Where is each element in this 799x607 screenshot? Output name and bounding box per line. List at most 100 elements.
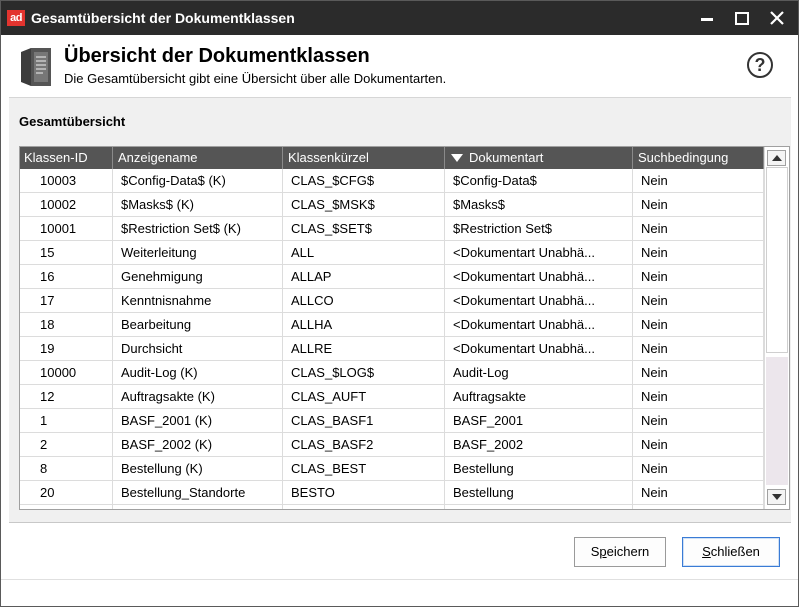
table-row[interactable]: 2 BASF_2002 (K) CLAS_BASF2 BASF_2002 Nein	[20, 433, 764, 457]
table-cell: Bestellung (K)	[113, 457, 283, 480]
table-cell: Nein	[633, 409, 764, 432]
maximize-icon	[735, 11, 749, 25]
document-classes-icon	[21, 48, 51, 86]
table-cell: BASF_2001 (K)	[113, 409, 283, 432]
table-row[interactable]: 19 Durchsicht ALLRE <Dokumentart Unabhä... N…	[20, 337, 764, 361]
table-cell: 10003	[20, 169, 113, 192]
section-title: Gesamtübersicht	[19, 114, 126, 129]
close-window-button[interactable]	[757, 1, 797, 35]
table-cell: Nein	[633, 265, 764, 288]
table-cell: Nein	[633, 385, 764, 408]
table-cell: CLAS_$MSK$	[283, 193, 445, 216]
table-row[interactable]: 20 Bestellung_Standorte BESTO Bestellung Nei…	[20, 481, 764, 505]
page-title: Übersicht der Dokumentklassen	[64, 45, 370, 67]
table-cell: Auftragsakte (K)	[113, 385, 283, 408]
scrollbar-thumb[interactable]	[766, 167, 788, 353]
help-icon[interactable]: ?	[747, 52, 773, 78]
table-row[interactable]: 15 Weiterleitung ALL <Dokumentart Unabhä...…	[20, 241, 764, 265]
table-cell: $Restriction Set$	[445, 217, 633, 240]
table-cell: <Dokumentart Unabhä...	[445, 241, 633, 264]
table-row[interactable]	[20, 505, 764, 509]
column-header-klassen-id[interactable]: Klassen-ID	[20, 147, 113, 169]
table-cell: <Dokumentart Unabhä...	[445, 265, 633, 288]
table-cell: 10002	[20, 193, 113, 216]
table-cell: Nein	[633, 169, 764, 192]
table-cell: ALL	[283, 241, 445, 264]
dialog-window: ad Gesamtübersicht der Dokumentklassen Ü…	[0, 0, 799, 607]
dialog-footer: Speichern Schließen	[9, 523, 791, 579]
arrow-down-icon	[772, 494, 782, 500]
table-cell: ALLAP	[283, 265, 445, 288]
table-cell: Audit-Log (K)	[113, 361, 283, 384]
scroll-up-button[interactable]	[767, 150, 786, 166]
close-icon	[770, 11, 784, 25]
table-row[interactable]: 8 Bestellung (K) CLAS_BEST Bestellung Nein	[20, 457, 764, 481]
table-row[interactable]: 10002 $Masks$ (K) CLAS_$MSK$ $Masks$ Nein	[20, 193, 764, 217]
table-cell: CLAS_$CFG$	[283, 169, 445, 192]
column-header-dokumentart[interactable]: Dokumentart	[445, 147, 633, 169]
table-cell: Nein	[633, 193, 764, 216]
table-cell: <Dokumentart Unabhä...	[445, 289, 633, 312]
table-cell: Nein	[633, 433, 764, 456]
scrollbar-track[interactable]	[766, 357, 788, 485]
table-cell: <Dokumentart Unabhä...	[445, 337, 633, 360]
table-cell: Nein	[633, 313, 764, 336]
table-cell: $Masks$ (K)	[113, 193, 283, 216]
table-cell: BASF_2002 (K)	[113, 433, 283, 456]
table-cell: Nein	[633, 337, 764, 360]
table-row[interactable]: 12 Auftragsakte (K) CLAS_AUFT Auftragsakte N…	[20, 385, 764, 409]
table-body: 10003 $Config-Data$ (K) CLAS_$CFG$ $Config-…	[20, 169, 764, 509]
table-cell: Audit-Log	[445, 361, 633, 384]
table-header: Klassen-ID Anzeigename Klassenkürzel Dok…	[20, 147, 764, 169]
table-row[interactable]: 17 Kenntnisnahme ALLCO <Dokumentart Unabhä.…	[20, 289, 764, 313]
table-cell: $Config-Data$ (K)	[113, 169, 283, 192]
table-cell: 10001	[20, 217, 113, 240]
table-cell: Genehmigung	[113, 265, 283, 288]
document-classes-table[interactable]: Klassen-ID Anzeigename Klassenkürzel Dok…	[19, 146, 790, 510]
table-cell: 20	[20, 481, 113, 504]
table-cell	[633, 505, 764, 509]
table-cell: Durchsicht	[113, 337, 283, 360]
table-row[interactable]: 18 Bearbeitung ALLHA <Dokumentart Unabhä...…	[20, 313, 764, 337]
content-area: Gesamtübersicht Klassen-ID Anzeigename K…	[9, 97, 791, 523]
arrow-up-icon	[772, 155, 782, 161]
close-button[interactable]: Schließen	[682, 537, 780, 567]
table-cell: Nein	[633, 289, 764, 312]
table-cell: Nein	[633, 481, 764, 504]
table-cell: CLAS_BEST	[283, 457, 445, 480]
column-header-suchbedingung[interactable]: Suchbedingung	[633, 147, 764, 169]
table-cell: 18	[20, 313, 113, 336]
table-row[interactable]: 1 BASF_2001 (K) CLAS_BASF1 BASF_2001 Nein	[20, 409, 764, 433]
title-bar[interactable]: ad Gesamtübersicht der Dokumentklassen	[1, 1, 798, 35]
table-cell: 2	[20, 433, 113, 456]
table-row[interactable]: 10000 Audit-Log (K) CLAS_$LOG$ Audit-Log Nei…	[20, 361, 764, 385]
maximize-button[interactable]	[722, 1, 762, 35]
save-button[interactable]: Speichern	[574, 537, 666, 567]
scroll-down-button[interactable]	[767, 489, 786, 505]
table-cell: 8	[20, 457, 113, 480]
minimize-button[interactable]	[687, 1, 727, 35]
table-cell: Nein	[633, 457, 764, 480]
table-row[interactable]: 16 Genehmigung ALLAP <Dokumentart Unabhä...…	[20, 265, 764, 289]
page-subtitle: Die Gesamtübersicht gibt eine Übersicht …	[64, 71, 447, 86]
vertical-scrollbar[interactable]	[764, 147, 789, 509]
table-row[interactable]: 10003 $Config-Data$ (K) CLAS_$CFG$ $Config-…	[20, 169, 764, 193]
table-cell: 16	[20, 265, 113, 288]
column-header-anzeigename[interactable]: Anzeigename	[113, 147, 283, 169]
table-cell: BASF_2002	[445, 433, 633, 456]
table-cell	[20, 505, 113, 509]
table-cell: ALLHA	[283, 313, 445, 336]
table-cell: ALLCO	[283, 289, 445, 312]
table-cell: ALLRE	[283, 337, 445, 360]
column-header-klassenkuerzel[interactable]: Klassenkürzel	[283, 147, 445, 169]
table-cell	[283, 505, 445, 509]
table-cell: CLAS_BASF1	[283, 409, 445, 432]
table-cell	[113, 505, 283, 509]
table-cell: $Config-Data$	[445, 169, 633, 192]
table-cell	[445, 505, 633, 509]
table-cell: Kenntnisnahme	[113, 289, 283, 312]
table-cell: CLAS_AUFT	[283, 385, 445, 408]
minimize-icon	[701, 17, 713, 21]
table-row[interactable]: 10001 $Restriction Set$ (K) CLAS_$SET$ $Res…	[20, 217, 764, 241]
table-cell: CLAS_BASF2	[283, 433, 445, 456]
